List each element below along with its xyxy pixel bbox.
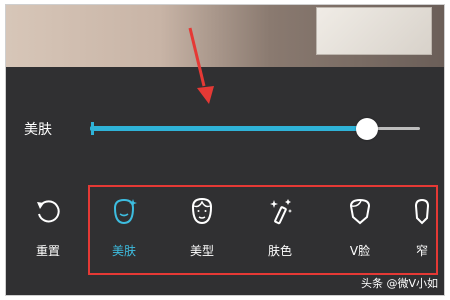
slider-label: 美肤 [24,122,52,138]
tool-reset[interactable]: 重置 [18,196,78,259]
annotation-highlight-box [88,185,438,275]
camera-preview [6,5,444,67]
tool-label: 重置 [35,244,60,258]
slider-fill [90,126,368,131]
preview-thumbnail[interactable] [316,7,432,55]
reset-icon [37,200,60,223]
slider-start-marker [91,122,94,135]
watermark: 头条 @微V小如 [360,277,438,290]
intensity-slider[interactable] [90,118,420,140]
